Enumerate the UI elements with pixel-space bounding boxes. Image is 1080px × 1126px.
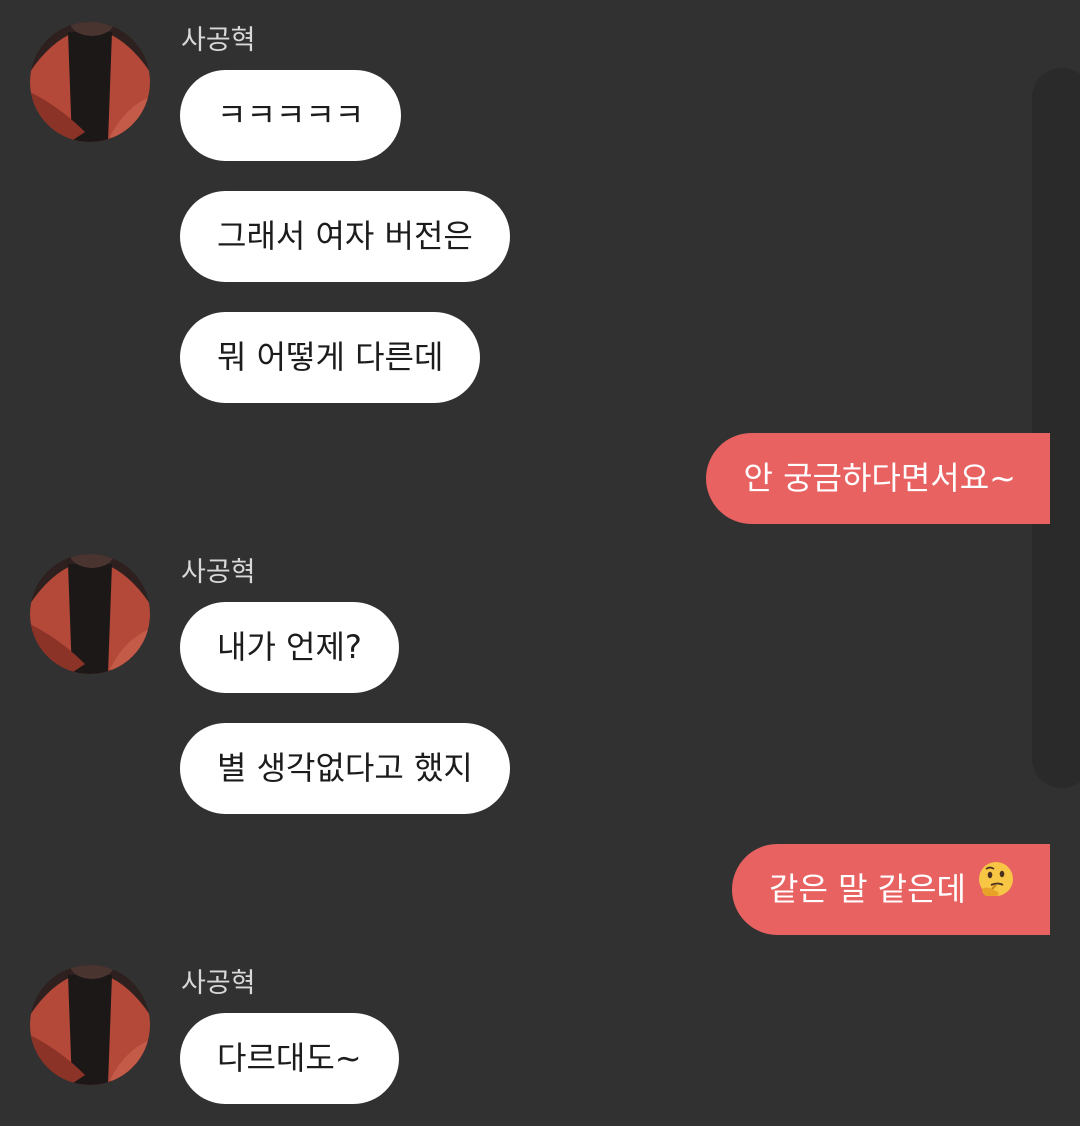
message-bubble[interactable]: 내가 언제? xyxy=(180,602,399,693)
thinking-face-icon xyxy=(976,843,1016,934)
profile-photo-icon xyxy=(30,554,150,674)
my-message-bubble[interactable]: 안 궁금하다면서요~ xyxy=(706,433,1050,524)
message-bubble[interactable]: 그래서 여자 버전은 xyxy=(180,191,510,282)
contact-avatar[interactable] xyxy=(30,22,150,142)
sender-name: 사공혁 xyxy=(181,25,256,56)
contact-avatar[interactable] xyxy=(30,965,150,1085)
sender-name: 사공혁 xyxy=(181,557,256,588)
message-bubble[interactable]: 뭐 어떻게 다른데 xyxy=(180,312,481,403)
contact-avatar[interactable] xyxy=(30,554,150,674)
message-bubble[interactable]: 다르대도~ xyxy=(180,1013,399,1104)
scrollbar-track[interactable] xyxy=(1032,68,1080,788)
profile-photo-icon xyxy=(30,965,150,1085)
message-text: 같은 말 같은데 xyxy=(769,870,966,908)
sender-name: 사공혁 xyxy=(181,968,256,999)
message-bubble[interactable]: 별 생각없다고 했지 xyxy=(180,723,510,814)
profile-photo-icon xyxy=(30,22,150,142)
message-bubble[interactable]: ㅋㅋㅋㅋㅋ xyxy=(180,70,402,161)
my-message-bubble[interactable]: 같은 말 같은데 xyxy=(732,844,1050,935)
